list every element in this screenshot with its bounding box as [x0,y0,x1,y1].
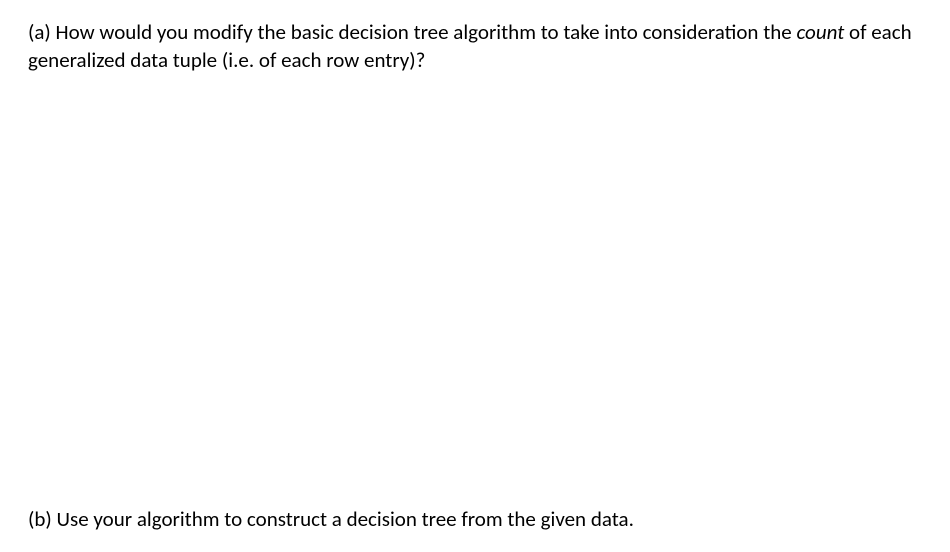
question-b-text: Use your algorithm to construct a decisi… [52,506,634,532]
question-a-italic: count [796,19,844,45]
question-b: (b) Use your algorithm to construct a de… [28,505,922,533]
question-a: (a) How would you modify the basic decis… [28,18,922,75]
question-a-label: (a) [28,19,51,45]
question-a-text-part1: How would you modify the basic decision … [51,19,797,45]
question-b-label: (b) [28,506,52,532]
